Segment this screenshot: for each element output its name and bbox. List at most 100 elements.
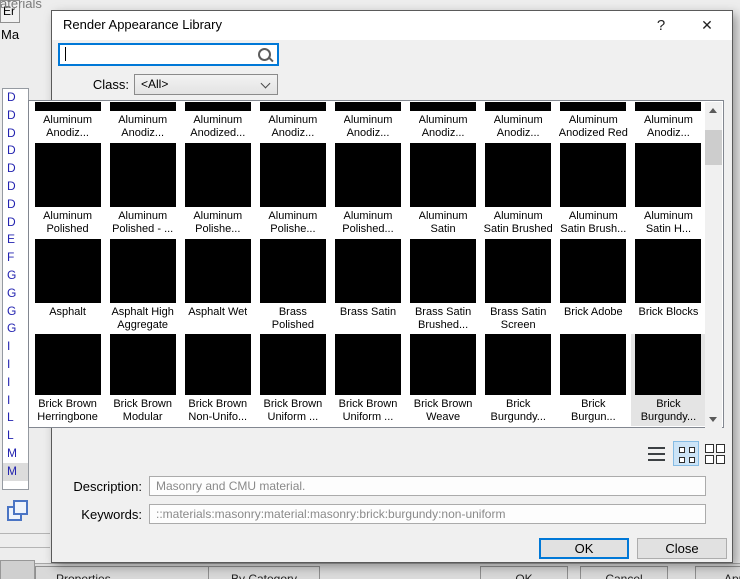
ok-button[interactable]: OK <box>539 538 629 559</box>
background-material-list-item[interactable]: G <box>3 267 28 285</box>
material-item[interactable]: Brass Polished <box>255 239 330 334</box>
background-material-list-item[interactable]: D <box>3 196 28 214</box>
material-item[interactable]: Aluminum Anodized... <box>180 102 255 142</box>
background-material-list-item[interactable]: G <box>3 303 28 321</box>
background-material-list-item[interactable]: D <box>3 125 28 143</box>
scrollbar[interactable] <box>705 102 722 428</box>
material-item[interactable]: Aluminum Anodiz... <box>330 102 405 142</box>
material-label: Brick Burgun... <box>571 398 616 423</box>
background-material-list-item[interactable]: D <box>3 89 28 107</box>
background-material-list-item[interactable]: I <box>3 392 28 410</box>
material-thumbnail <box>560 143 627 207</box>
material-item[interactable]: Brick Burgun... <box>556 334 631 426</box>
material-label: Brass Polished <box>271 306 314 331</box>
material-thumbnail <box>485 143 552 207</box>
material-item[interactable]: Brick Brown Weave <box>406 334 481 426</box>
large-thumbnails-button[interactable] <box>702 441 728 466</box>
material-item[interactable]: Brick Burgundy... <box>630 334 706 426</box>
help-button[interactable]: ? <box>644 11 678 40</box>
material-item[interactable]: Asphalt <box>30 239 105 334</box>
background-material-list-item[interactable]: G <box>3 285 28 303</box>
class-dropdown[interactable]: <All> <box>134 74 278 95</box>
background-apply-button[interactable]: Apply <box>695 566 740 579</box>
material-item[interactable]: Aluminum Anodiz... <box>105 102 180 142</box>
material-item[interactable]: Brick Brown Herringbone <box>30 334 105 426</box>
material-item[interactable]: Brick Brown Uniform ... <box>330 334 405 426</box>
material-item[interactable]: Aluminum Satin H... <box>631 143 706 238</box>
scroll-down-button[interactable] <box>705 411 722 428</box>
material-item[interactable]: Brass Satin Screen <box>481 239 556 334</box>
search-input[interactable] <box>60 45 277 64</box>
material-item[interactable]: Aluminum Anodiz... <box>631 102 706 142</box>
close-icon[interactable]: ✕ <box>690 11 724 40</box>
material-item[interactable]: Aluminum Anodiz... <box>30 102 105 142</box>
small-thumbnails-button[interactable] <box>673 441 699 466</box>
material-item[interactable]: Aluminum Polishe... <box>180 143 255 238</box>
material-item[interactable]: Brick Brown Non-Unifo... <box>180 334 255 426</box>
background-material-list-item[interactable]: L <box>3 427 28 445</box>
material-item[interactable]: Aluminum Anodiz... <box>481 102 556 142</box>
background-divider <box>0 533 50 534</box>
background-by-category-button[interactable]: By Category <box>208 566 320 579</box>
material-thumbnail <box>109 143 176 207</box>
background-material-list-item[interactable]: G <box>3 320 28 338</box>
material-label: Aluminum Anodiz... <box>43 114 92 139</box>
background-material-list-item[interactable]: D <box>3 178 28 196</box>
material-item[interactable]: Aluminum Satin Brushed <box>481 143 556 238</box>
material-thumbnail <box>184 102 251 111</box>
material-item[interactable]: Aluminum Polished - ... <box>105 143 180 238</box>
background-properties-button[interactable]: Properties <box>35 566 227 579</box>
material-item[interactable]: Brick Blocks <box>631 239 706 334</box>
background-material-list-item[interactable]: I <box>3 356 28 374</box>
background-material-list-item[interactable]: M <box>3 462 28 481</box>
material-item[interactable]: Aluminum Anodiz... <box>406 102 481 142</box>
material-label: Brick Brown Modular <box>113 398 172 423</box>
background-material-list-item[interactable]: M <box>3 445 28 463</box>
material-item[interactable]: Aluminum Polished... <box>330 143 405 238</box>
material-item[interactable]: Aluminum Anodized Red <box>556 102 631 142</box>
background-materials-title: aterials <box>0 0 42 11</box>
material-thumbnail <box>410 334 477 395</box>
background-material-list-item[interactable]: D <box>3 142 28 160</box>
close-button[interactable]: Close <box>637 538 727 559</box>
material-item[interactable]: Aluminum Satin Brush... <box>556 143 631 238</box>
background-material-list-item[interactable]: I <box>3 338 28 356</box>
material-item[interactable]: Brick Brown Modular <box>105 334 180 426</box>
background-material-list-item[interactable]: L <box>3 409 28 427</box>
material-thumbnail <box>635 102 702 111</box>
background-material-list-item[interactable]: F <box>3 249 28 267</box>
material-label: Brick Brown Uniform ... <box>263 398 323 423</box>
material-thumbnail <box>34 143 101 207</box>
material-thumbnail <box>635 143 702 207</box>
dialog-titlebar[interactable]: Render Appearance Library ? ✕ <box>52 11 732 40</box>
material-thumbnail <box>184 239 251 303</box>
scrollbar-thumb[interactable] <box>705 130 722 165</box>
material-thumbnail <box>259 143 326 207</box>
material-thumbnail <box>34 239 101 303</box>
material-item[interactable]: Brick Burgundy... <box>481 334 556 426</box>
background-material-list-item[interactable]: D <box>3 214 28 232</box>
material-thumbnail <box>334 143 401 207</box>
material-item[interactable]: Brick Adobe <box>556 239 631 334</box>
scroll-up-button[interactable] <box>705 102 722 119</box>
material-item[interactable]: Aluminum Polished <box>30 143 105 238</box>
search-icon[interactable] <box>258 48 271 61</box>
material-grid-row: Asphalt Asphalt High Aggregate Asphalt Wet… <box>30 239 706 334</box>
material-item[interactable]: Aluminum Polishe... <box>255 143 330 238</box>
list-view-button[interactable] <box>644 442 670 467</box>
material-item[interactable]: Brass Satin <box>330 239 405 334</box>
material-item[interactable]: Aluminum Anodiz... <box>255 102 330 142</box>
material-item[interactable]: Asphalt Wet <box>180 239 255 334</box>
background-cancel-button[interactable]: Cancel <box>580 566 668 579</box>
background-material-list-item[interactable]: E <box>3 231 28 249</box>
material-item[interactable]: Brass Satin Brushed... <box>406 239 481 334</box>
background-ok-button[interactable]: OK <box>480 566 568 579</box>
background-material-list-item[interactable]: I <box>3 374 28 392</box>
duplicate-icon[interactable] <box>7 500 29 522</box>
search-box <box>58 43 279 66</box>
background-material-list-item[interactable]: D <box>3 107 28 125</box>
background-material-list-item[interactable]: D <box>3 160 28 178</box>
material-item[interactable]: Asphalt High Aggregate <box>105 239 180 334</box>
material-item[interactable]: Aluminum Satin <box>406 143 481 238</box>
material-item[interactable]: Brick Brown Uniform ... <box>255 334 330 426</box>
